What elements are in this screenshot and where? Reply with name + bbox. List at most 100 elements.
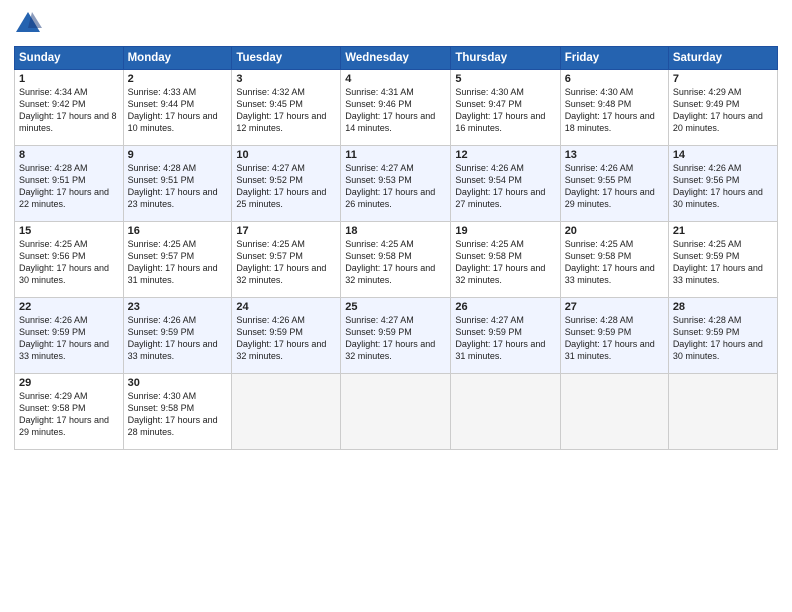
day-cell: 17 Sunrise: 4:25 AMSunset: 9:57 PMDaylig…: [232, 222, 341, 298]
day-info: Sunrise: 4:26 AMSunset: 9:56 PMDaylight:…: [673, 162, 773, 211]
day-cell: 20 Sunrise: 4:25 AMSunset: 9:58 PMDaylig…: [560, 222, 668, 298]
weekday-header-wednesday: Wednesday: [341, 47, 451, 70]
day-cell: [232, 374, 341, 450]
day-info: Sunrise: 4:26 AMSunset: 9:54 PMDaylight:…: [455, 162, 555, 211]
day-info: Sunrise: 4:30 AMSunset: 9:47 PMDaylight:…: [455, 86, 555, 135]
day-info: Sunrise: 4:27 AMSunset: 9:53 PMDaylight:…: [345, 162, 446, 211]
day-cell: 22 Sunrise: 4:26 AMSunset: 9:59 PMDaylig…: [15, 298, 124, 374]
day-info: Sunrise: 4:26 AMSunset: 9:55 PMDaylight:…: [565, 162, 664, 211]
weekday-header-thursday: Thursday: [451, 47, 560, 70]
day-number: 22: [19, 301, 119, 313]
day-number: 28: [673, 301, 773, 313]
day-info: Sunrise: 4:28 AMSunset: 9:51 PMDaylight:…: [128, 162, 228, 211]
logo: [14, 10, 46, 38]
day-info: Sunrise: 4:33 AMSunset: 9:44 PMDaylight:…: [128, 86, 228, 135]
day-number: 17: [236, 225, 336, 237]
day-info: Sunrise: 4:28 AMSunset: 9:59 PMDaylight:…: [673, 314, 773, 363]
day-number: 27: [565, 301, 664, 313]
day-number: 15: [19, 225, 119, 237]
day-info: Sunrise: 4:31 AMSunset: 9:46 PMDaylight:…: [345, 86, 446, 135]
day-cell: 28 Sunrise: 4:28 AMSunset: 9:59 PMDaylig…: [668, 298, 777, 374]
day-info: Sunrise: 4:26 AMSunset: 9:59 PMDaylight:…: [128, 314, 228, 363]
day-number: 6: [565, 73, 664, 85]
day-number: 5: [455, 73, 555, 85]
day-cell: 8 Sunrise: 4:28 AMSunset: 9:51 PMDayligh…: [15, 146, 124, 222]
day-number: 21: [673, 225, 773, 237]
day-number: 8: [19, 149, 119, 161]
day-cell: 14 Sunrise: 4:26 AMSunset: 9:56 PMDaylig…: [668, 146, 777, 222]
day-cell: 10 Sunrise: 4:27 AMSunset: 9:52 PMDaylig…: [232, 146, 341, 222]
day-cell: 2 Sunrise: 4:33 AMSunset: 9:44 PMDayligh…: [123, 70, 232, 146]
day-number: 20: [565, 225, 664, 237]
day-number: 9: [128, 149, 228, 161]
day-cell: 1 Sunrise: 4:34 AMSunset: 9:42 PMDayligh…: [15, 70, 124, 146]
day-number: 2: [128, 73, 228, 85]
day-info: Sunrise: 4:25 AMSunset: 9:57 PMDaylight:…: [128, 238, 228, 287]
weekday-header-sunday: Sunday: [15, 47, 124, 70]
day-cell: 13 Sunrise: 4:26 AMSunset: 9:55 PMDaylig…: [560, 146, 668, 222]
day-info: Sunrise: 4:25 AMSunset: 9:58 PMDaylight:…: [455, 238, 555, 287]
day-cell: 29 Sunrise: 4:29 AMSunset: 9:58 PMDaylig…: [15, 374, 124, 450]
day-cell: 21 Sunrise: 4:25 AMSunset: 9:59 PMDaylig…: [668, 222, 777, 298]
day-number: 30: [128, 377, 228, 389]
day-number: 11: [345, 149, 446, 161]
day-number: 18: [345, 225, 446, 237]
header: [14, 10, 778, 38]
day-cell: 26 Sunrise: 4:27 AMSunset: 9:59 PMDaylig…: [451, 298, 560, 374]
day-number: 29: [19, 377, 119, 389]
day-cell: 23 Sunrise: 4:26 AMSunset: 9:59 PMDaylig…: [123, 298, 232, 374]
day-info: Sunrise: 4:25 AMSunset: 9:56 PMDaylight:…: [19, 238, 119, 287]
day-cell: [668, 374, 777, 450]
day-number: 3: [236, 73, 336, 85]
day-cell: 15 Sunrise: 4:25 AMSunset: 9:56 PMDaylig…: [15, 222, 124, 298]
weekday-header-row: SundayMondayTuesdayWednesdayThursdayFrid…: [15, 47, 778, 70]
logo-icon: [14, 10, 42, 38]
weekday-header-saturday: Saturday: [668, 47, 777, 70]
calendar-table: SundayMondayTuesdayWednesdayThursdayFrid…: [14, 46, 778, 450]
day-info: Sunrise: 4:28 AMSunset: 9:51 PMDaylight:…: [19, 162, 119, 211]
day-cell: [451, 374, 560, 450]
day-info: Sunrise: 4:25 AMSunset: 9:58 PMDaylight:…: [345, 238, 446, 287]
day-cell: 19 Sunrise: 4:25 AMSunset: 9:58 PMDaylig…: [451, 222, 560, 298]
weekday-header-monday: Monday: [123, 47, 232, 70]
day-number: 14: [673, 149, 773, 161]
day-cell: 30 Sunrise: 4:30 AMSunset: 9:58 PMDaylig…: [123, 374, 232, 450]
day-number: 12: [455, 149, 555, 161]
day-cell: 6 Sunrise: 4:30 AMSunset: 9:48 PMDayligh…: [560, 70, 668, 146]
weekday-header-tuesday: Tuesday: [232, 47, 341, 70]
day-number: 19: [455, 225, 555, 237]
day-cell: 25 Sunrise: 4:27 AMSunset: 9:59 PMDaylig…: [341, 298, 451, 374]
day-number: 16: [128, 225, 228, 237]
day-info: Sunrise: 4:25 AMSunset: 9:59 PMDaylight:…: [673, 238, 773, 287]
day-info: Sunrise: 4:27 AMSunset: 9:59 PMDaylight:…: [345, 314, 446, 363]
day-info: Sunrise: 4:28 AMSunset: 9:59 PMDaylight:…: [565, 314, 664, 363]
day-cell: 12 Sunrise: 4:26 AMSunset: 9:54 PMDaylig…: [451, 146, 560, 222]
day-info: Sunrise: 4:32 AMSunset: 9:45 PMDaylight:…: [236, 86, 336, 135]
week-row-4: 22 Sunrise: 4:26 AMSunset: 9:59 PMDaylig…: [15, 298, 778, 374]
page: SundayMondayTuesdayWednesdayThursdayFrid…: [0, 0, 792, 612]
day-cell: 7 Sunrise: 4:29 AMSunset: 9:49 PMDayligh…: [668, 70, 777, 146]
day-cell: 3 Sunrise: 4:32 AMSunset: 9:45 PMDayligh…: [232, 70, 341, 146]
day-cell: [560, 374, 668, 450]
day-info: Sunrise: 4:27 AMSunset: 9:52 PMDaylight:…: [236, 162, 336, 211]
week-row-3: 15 Sunrise: 4:25 AMSunset: 9:56 PMDaylig…: [15, 222, 778, 298]
day-info: Sunrise: 4:29 AMSunset: 9:58 PMDaylight:…: [19, 390, 119, 439]
day-number: 13: [565, 149, 664, 161]
day-cell: 5 Sunrise: 4:30 AMSunset: 9:47 PMDayligh…: [451, 70, 560, 146]
day-number: 23: [128, 301, 228, 313]
day-cell: 18 Sunrise: 4:25 AMSunset: 9:58 PMDaylig…: [341, 222, 451, 298]
weekday-header-friday: Friday: [560, 47, 668, 70]
day-number: 24: [236, 301, 336, 313]
day-number: 7: [673, 73, 773, 85]
day-info: Sunrise: 4:29 AMSunset: 9:49 PMDaylight:…: [673, 86, 773, 135]
day-info: Sunrise: 4:26 AMSunset: 9:59 PMDaylight:…: [19, 314, 119, 363]
day-cell: [341, 374, 451, 450]
day-info: Sunrise: 4:27 AMSunset: 9:59 PMDaylight:…: [455, 314, 555, 363]
day-info: Sunrise: 4:30 AMSunset: 9:58 PMDaylight:…: [128, 390, 228, 439]
day-number: 25: [345, 301, 446, 313]
day-number: 26: [455, 301, 555, 313]
week-row-2: 8 Sunrise: 4:28 AMSunset: 9:51 PMDayligh…: [15, 146, 778, 222]
day-cell: 4 Sunrise: 4:31 AMSunset: 9:46 PMDayligh…: [341, 70, 451, 146]
day-info: Sunrise: 4:26 AMSunset: 9:59 PMDaylight:…: [236, 314, 336, 363]
day-number: 4: [345, 73, 446, 85]
